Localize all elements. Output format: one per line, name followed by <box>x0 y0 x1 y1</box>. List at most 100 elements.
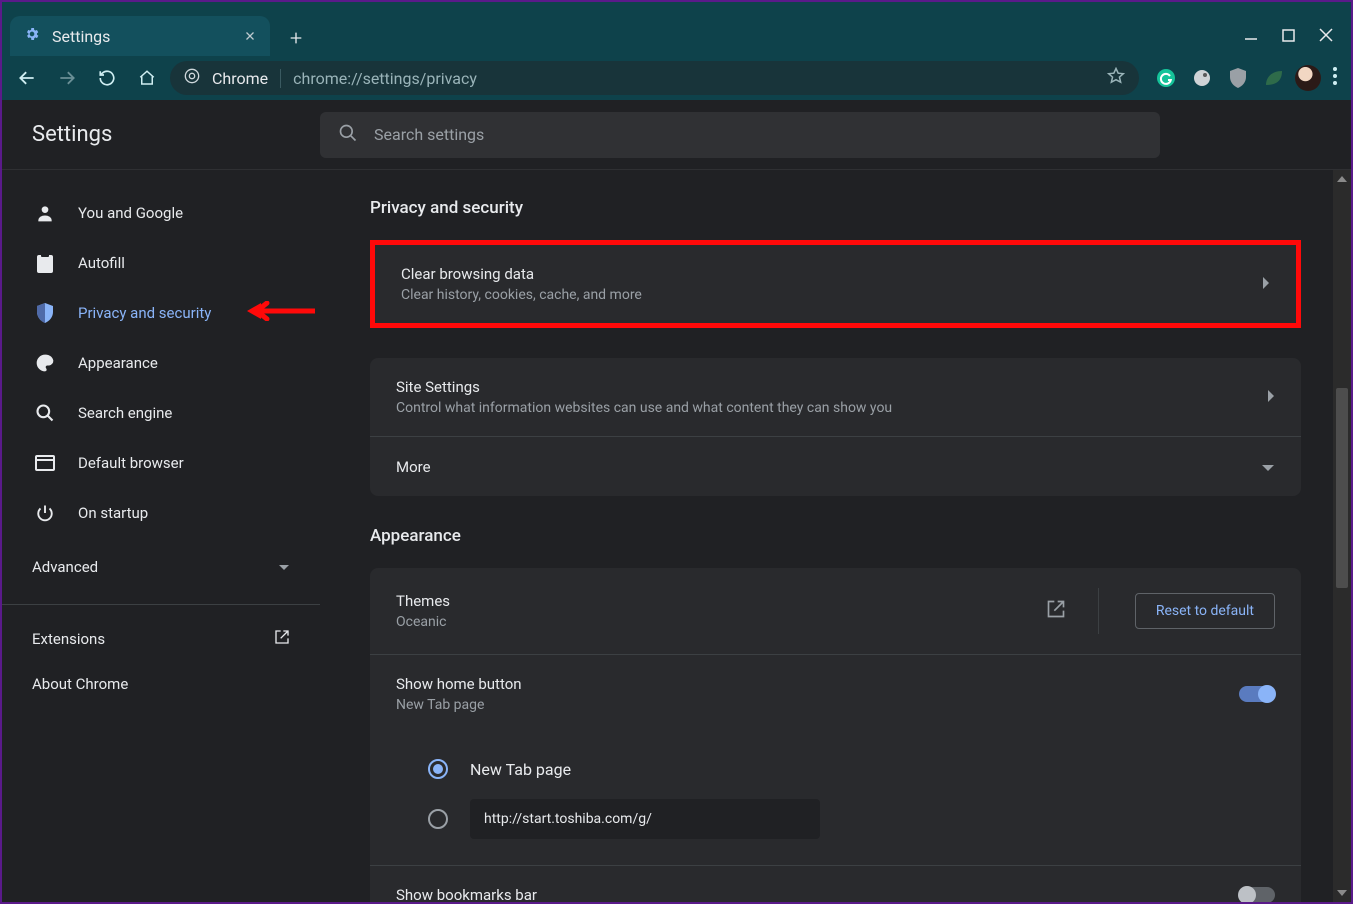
extension-shield-icon[interactable] <box>1227 67 1249 89</box>
sidebar-item-on-startup[interactable]: On startup <box>2 488 320 538</box>
row-title: Clear browsing data <box>401 265 1250 283</box>
settings-body: You and Google Autofill Privacy and secu… <box>2 170 1351 902</box>
row-subtitle: Oceanic <box>396 614 1034 630</box>
search-settings-box[interactable] <box>320 112 1160 158</box>
bookmark-star-icon[interactable] <box>1107 67 1125 89</box>
row-title: Themes <box>396 592 1034 610</box>
browser-icon <box>34 455 56 471</box>
row-title: Site Settings <box>396 378 1255 396</box>
show-home-button-toggle[interactable] <box>1239 686 1275 702</box>
sidebar-item-label: Privacy and security <box>78 304 211 322</box>
close-tab-button[interactable] <box>244 27 256 46</box>
settings-main: Privacy and security Clear browsing data… <box>320 170 1351 902</box>
advanced-label: Advanced <box>32 558 98 576</box>
reset-to-default-button[interactable]: Reset to default <box>1135 593 1275 629</box>
sidebar-item-label: Appearance <box>78 354 158 372</box>
scroll-up-button[interactable] <box>1333 170 1351 188</box>
radio-newtab[interactable] <box>428 759 448 779</box>
sidebar-item-label: On startup <box>78 504 148 522</box>
vertical-divider <box>1098 588 1099 634</box>
open-external-icon <box>274 629 290 649</box>
home-url-input[interactable] <box>470 799 820 839</box>
sidebar-advanced-toggle[interactable]: Advanced <box>2 538 320 596</box>
shield-icon <box>34 303 56 323</box>
sidebar-item-search-engine[interactable]: Search engine <box>2 388 320 438</box>
sidebar-item-label: Search engine <box>78 404 172 422</box>
extension-sphere-icon[interactable] <box>1191 67 1213 89</box>
search-wrap <box>320 112 1351 158</box>
browser-tab-settings[interactable]: Settings <box>10 16 270 56</box>
omnibox-origin-label: Chrome <box>212 69 281 88</box>
sidebar-item-label: You and Google <box>78 204 183 222</box>
browser-toolbar: Chrome chrome://settings/privacy <box>2 56 1351 100</box>
sidebar-item-appearance[interactable]: Appearance <box>2 338 320 388</box>
clipboard-icon <box>34 253 56 273</box>
annotation-arrow <box>245 301 315 321</box>
radio-custom-url[interactable] <box>428 809 448 829</box>
sidebar-divider <box>2 604 320 605</box>
reload-button[interactable] <box>90 61 124 95</box>
extensions-label: Extensions <box>32 630 105 648</box>
person-icon <box>34 203 56 223</box>
new-tab-button[interactable] <box>278 20 314 56</box>
sidebar: You and Google Autofill Privacy and secu… <box>2 170 320 902</box>
appearance-heading: Appearance <box>370 526 1301 546</box>
radio-newtab-label: New Tab page <box>470 760 571 779</box>
site-settings-row[interactable]: Site Settings Control what information w… <box>370 358 1301 437</box>
vertical-scrollbar[interactable] <box>1333 170 1351 902</box>
sidebar-item-label: Default browser <box>78 454 184 472</box>
search-settings-input[interactable] <box>374 125 1142 144</box>
back-button[interactable] <box>10 61 44 95</box>
extension-leaf-icon[interactable] <box>1263 67 1285 89</box>
row-title: Show home button <box>396 675 1227 693</box>
profile-avatar[interactable] <box>1295 65 1321 91</box>
extension-icons <box>1145 67 1289 89</box>
settings-title: Settings <box>2 122 320 147</box>
close-window-button[interactable] <box>1319 28 1333 42</box>
privacy-more-row[interactable]: More <box>370 437 1301 496</box>
minimize-button[interactable] <box>1244 28 1258 42</box>
privacy-security-heading: Privacy and security <box>370 198 1301 218</box>
chevron-right-icon <box>1267 388 1275 407</box>
sidebar-extensions-link[interactable]: Extensions <box>2 613 320 665</box>
open-external-icon[interactable] <box>1046 599 1068 623</box>
sidebar-item-label: Autofill <box>78 254 125 272</box>
maximize-button[interactable] <box>1282 29 1295 42</box>
about-label: About Chrome <box>32 675 128 693</box>
settings-header: Settings <box>2 100 1351 170</box>
browser-menu-button[interactable] <box>1327 67 1343 89</box>
omnibox-url: chrome://settings/privacy <box>293 69 1095 88</box>
scrollbar-thumb[interactable] <box>1336 388 1348 588</box>
home-button-radio-group: New Tab page <box>370 733 1301 866</box>
omnibox[interactable]: Chrome chrome://settings/privacy <box>170 61 1139 95</box>
show-bookmarks-bar-toggle[interactable] <box>1239 887 1275 902</box>
show-bookmarks-bar-row: Show bookmarks bar <box>370 866 1301 902</box>
tab-title: Settings <box>52 27 110 46</box>
sidebar-about-link[interactable]: About Chrome <box>2 665 320 709</box>
themes-row[interactable]: Themes Oceanic Reset to default <box>370 568 1301 655</box>
gear-icon <box>24 26 40 46</box>
clear-browsing-data-row[interactable]: Clear browsing data Clear history, cooki… <box>375 245 1296 323</box>
sidebar-item-default-browser[interactable]: Default browser <box>2 438 320 488</box>
radio-row-newtab[interactable]: New Tab page <box>428 759 1275 779</box>
scroll-down-button[interactable] <box>1333 884 1351 902</box>
chevron-down-icon <box>1261 457 1275 476</box>
privacy-card: Site Settings Control what information w… <box>370 358 1301 496</box>
clear-browsing-data-card-highlighted: Clear browsing data Clear history, cooki… <box>370 240 1301 328</box>
radio-row-custom-url[interactable] <box>428 799 1275 839</box>
row-title: Show bookmarks bar <box>396 886 1227 902</box>
chrome-icon <box>184 68 200 88</box>
sidebar-item-autofill[interactable]: Autofill <box>2 238 320 288</box>
chevron-down-icon <box>278 558 290 576</box>
palette-icon <box>34 353 56 373</box>
sidebar-item-you-and-google[interactable]: You and Google <box>2 188 320 238</box>
appearance-card: Themes Oceanic Reset to default Show hom… <box>370 568 1301 902</box>
search-icon <box>34 403 56 423</box>
titlebar: Settings <box>2 2 1351 56</box>
window-controls <box>1244 28 1351 56</box>
extension-grammarly-icon[interactable] <box>1155 67 1177 89</box>
chevron-right-icon <box>1262 275 1270 294</box>
forward-button[interactable] <box>50 61 84 95</box>
home-button[interactable] <box>130 61 164 95</box>
row-title: More <box>396 458 1249 476</box>
